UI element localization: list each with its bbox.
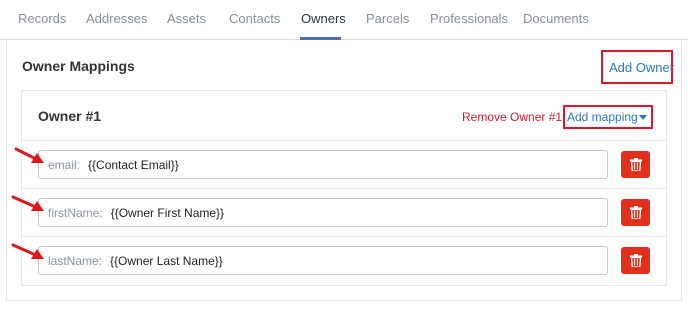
mapping-key: firstName: — [48, 205, 103, 220]
tab-documents[interactable]: Documents — [523, 11, 589, 26]
mapping-row: firstName: {{Owner First Name}} — [22, 189, 666, 237]
remove-owner-button[interactable]: Remove Owner #1 — [462, 110, 562, 124]
owner-title: Owner #1 — [38, 108, 102, 124]
mapping-field-firstname[interactable]: firstName: {{Owner First Name}} — [38, 198, 608, 227]
tab-bar: Records Addresses Assets Contacts Owners… — [0, 0, 688, 40]
mapping-value: {{Owner First Name}} — [110, 205, 225, 220]
delete-mapping-button[interactable] — [621, 199, 650, 226]
add-owner-button[interactable]: Add Owner — [609, 60, 674, 75]
tab-addresses[interactable]: Addresses — [86, 11, 147, 26]
owner-card: Owner #1 Remove Owner #1 Add mapping ema… — [21, 90, 667, 286]
tab-owners[interactable]: Owners — [301, 11, 346, 26]
mapping-key: lastName: — [48, 253, 103, 268]
owner-mappings-panel: Owner Mappings Add Owner Owner #1 Remove… — [6, 40, 682, 301]
mapping-field-email[interactable]: email: {{Contact Email}} — [38, 150, 608, 179]
caret-down-icon[interactable] — [639, 115, 647, 120]
tab-contacts[interactable]: Contacts — [229, 11, 280, 26]
mapping-value: {{Contact Email}} — [88, 157, 179, 172]
add-mapping-button[interactable]: Add mapping — [567, 110, 638, 124]
delete-mapping-button[interactable] — [621, 151, 650, 178]
tab-professionals[interactable]: Professionals — [430, 11, 508, 26]
mapping-row: email: {{Contact Email}} — [22, 141, 666, 189]
panel-title: Owner Mappings — [22, 58, 135, 74]
trash-icon — [629, 158, 642, 171]
mapping-value: {{Owner Last Name}} — [110, 253, 223, 268]
trash-icon — [629, 254, 642, 267]
trash-icon — [629, 206, 642, 219]
tab-records[interactable]: Records — [18, 11, 66, 26]
tab-parcels[interactable]: Parcels — [366, 11, 409, 26]
mapping-row: lastName: {{Owner Last Name}} — [22, 237, 666, 285]
mapping-key: email: — [48, 157, 81, 172]
owner-header: Owner #1 Remove Owner #1 Add mapping — [22, 91, 666, 141]
delete-mapping-button[interactable] — [621, 247, 650, 274]
mapping-field-lastname[interactable]: lastName: {{Owner Last Name}} — [38, 246, 608, 275]
tab-assets[interactable]: Assets — [167, 11, 206, 26]
